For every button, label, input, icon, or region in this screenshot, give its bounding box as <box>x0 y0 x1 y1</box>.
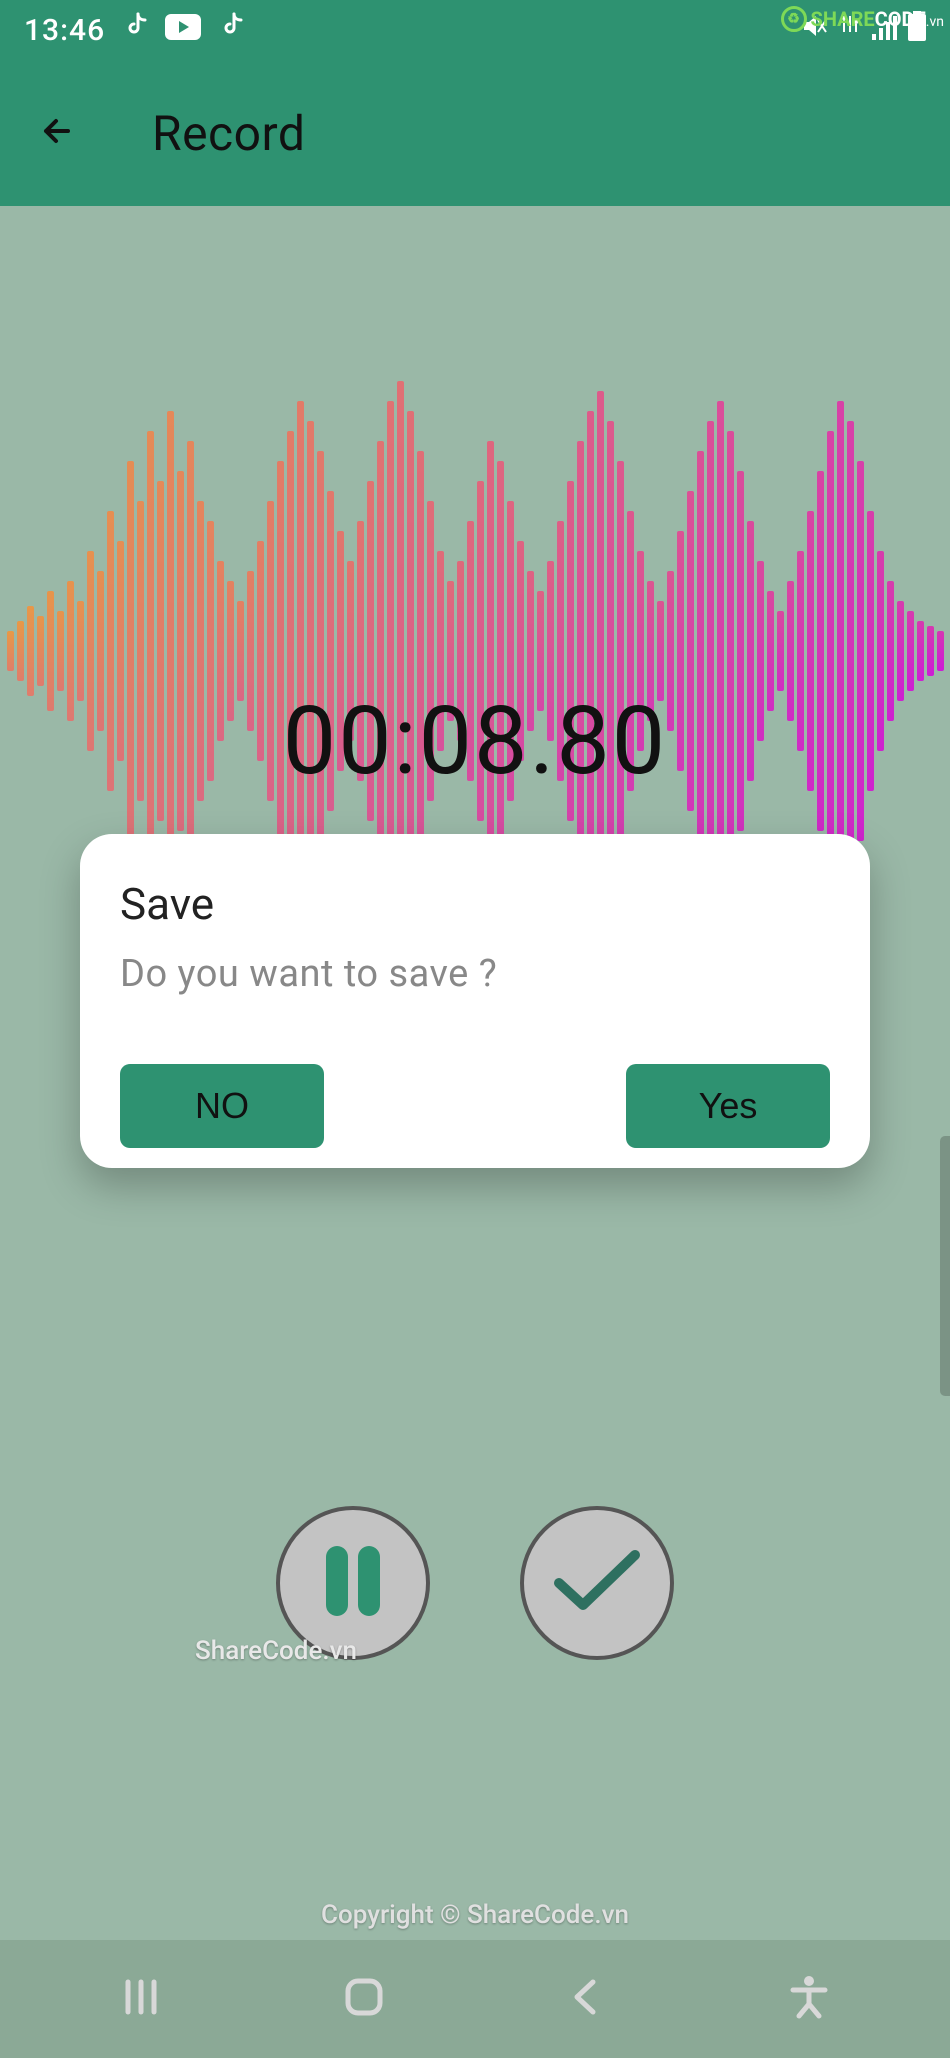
tiktok-icon <box>123 12 147 48</box>
status-left: 13:46 <box>24 12 243 48</box>
content-area: 00:08.80 Save Do you want to save ? NO Y… <box>0 206 950 1940</box>
waveform-bar <box>587 411 594 891</box>
back-icon[interactable] <box>38 109 82 157</box>
sharecode-logo: ♻ SHARECODE.vn <box>781 6 944 32</box>
waveform-bar <box>937 631 944 671</box>
back-nav-button[interactable] <box>556 1969 616 2029</box>
waveform-bar <box>17 621 24 681</box>
waveform-bar <box>147 431 154 871</box>
youtube-icon <box>165 13 201 48</box>
page-title: Record <box>152 105 305 162</box>
waveform-bar <box>707 421 714 881</box>
home-icon <box>341 1974 387 2024</box>
nav-bar <box>0 1940 950 2058</box>
waveform-bar <box>777 611 784 691</box>
save-dialog: Save Do you want to save ? NO Yes <box>80 834 870 1168</box>
waveform-bar <box>597 391 604 911</box>
status-clock: 13:46 <box>24 13 105 48</box>
dialog-buttons: NO Yes <box>120 1064 830 1148</box>
record-timer: 00:08.80 <box>0 686 950 797</box>
accessibility-icon <box>789 1974 829 2024</box>
dialog-title: Save <box>120 878 830 930</box>
watermark-bottom: Copyright © ShareCode.vn <box>0 1900 950 1930</box>
waveform-bar <box>167 411 174 891</box>
waveform-bar <box>487 441 494 861</box>
recents-icon <box>118 1974 164 2024</box>
pause-icon <box>318 1541 388 1625</box>
yes-button[interactable]: Yes <box>626 1064 830 1148</box>
waveform-bar <box>917 621 924 681</box>
waveform-bar <box>717 401 724 901</box>
waveform-bar <box>57 611 64 691</box>
record-controls <box>0 1506 950 1660</box>
waveform-bar <box>377 441 384 861</box>
app-bar: Record <box>0 60 950 206</box>
watermark-mid: ShareCode.vn <box>195 1636 357 1666</box>
waveform-bar <box>727 431 734 871</box>
waveform-bar <box>7 631 14 671</box>
no-button[interactable]: NO <box>120 1064 324 1148</box>
waveform-bar <box>577 441 584 861</box>
waveform-bar <box>27 606 34 696</box>
waveform-bar <box>307 421 314 881</box>
waveform-bar <box>297 401 304 901</box>
check-icon <box>547 1541 647 1625</box>
scrollbar[interactable] <box>940 1136 950 1396</box>
waveform-bar <box>607 421 614 881</box>
waveform-bar <box>387 401 394 901</box>
waveform-bar <box>187 441 194 861</box>
waveform-bar <box>837 401 844 901</box>
waveform-bar <box>407 411 414 891</box>
waveform-bar <box>827 431 834 871</box>
dialog-message: Do you want to save ? <box>120 952 830 996</box>
waveform-bar <box>907 611 914 691</box>
chevron-left-icon <box>563 1974 609 2024</box>
waveform-bar <box>847 421 854 881</box>
waveform-bar <box>287 431 294 871</box>
waveform-bar <box>927 626 934 676</box>
recycle-icon: ♻ <box>781 6 807 32</box>
accessibility-button[interactable] <box>779 1969 839 2029</box>
home-button[interactable] <box>334 1969 394 2029</box>
waveform-bar <box>37 616 44 686</box>
recents-button[interactable] <box>111 1969 171 2029</box>
tiktok-icon <box>219 12 243 48</box>
done-button[interactable] <box>520 1506 674 1660</box>
